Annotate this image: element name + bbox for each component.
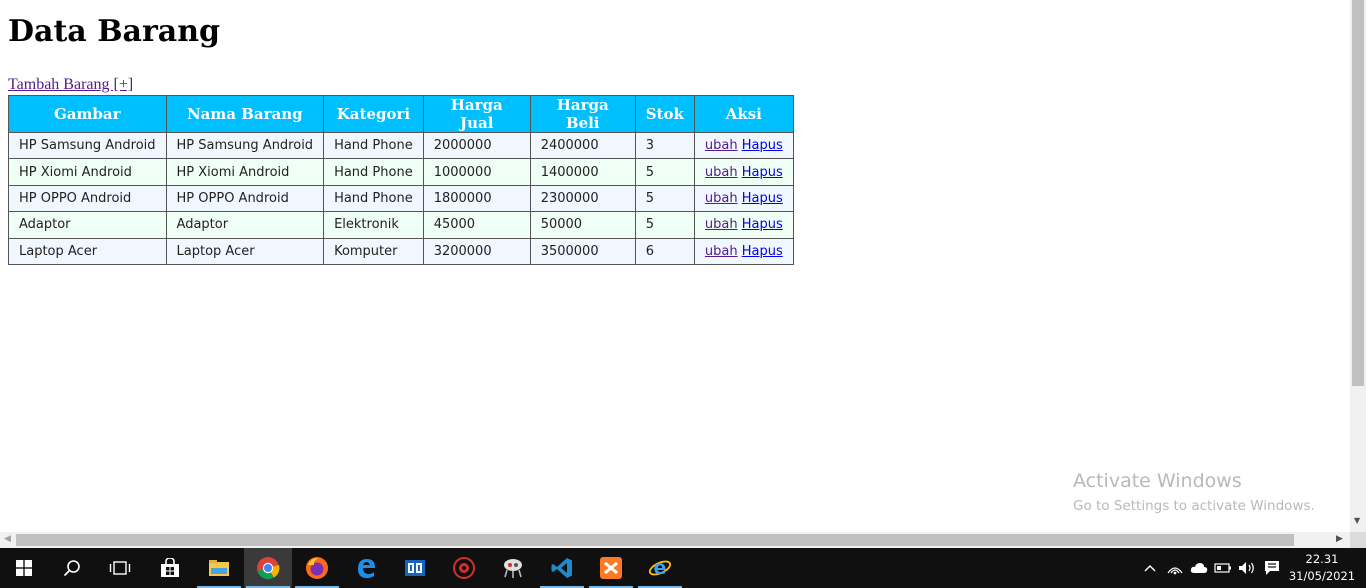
cell-harga-jual: 3200000 [422,237,531,265]
browser-viewport: Data Barang Tambah Barang [+] Gambar Nam… [0,0,1350,532]
cell-gambar: Laptop Acer [8,237,167,265]
edge-icon[interactable] [342,548,390,588]
delete-link[interactable]: Hapus [742,217,783,232]
taskbar: e 22.31 31/05/2021 [0,548,1366,588]
activate-windows-watermark: Activate Windows Go to Settings to activ… [1073,470,1315,514]
cell-nama: Adaptor [165,211,325,239]
windows-start-icon[interactable] [0,548,48,588]
delete-link[interactable]: Hapus [742,244,783,259]
watermark-title: Activate Windows [1073,470,1242,492]
cell-harga-beli: 2400000 [529,131,636,160]
store-icon[interactable] [146,548,194,588]
table-row: Laptop Acer Laptop Acer Komputer 3200000… [8,237,794,265]
firefox-icon[interactable] [293,548,341,588]
add-item-link[interactable]: Tambah Barang [+] [8,76,133,94]
horizontal-scrollbar[interactable]: ◀ ▶ [0,532,1350,548]
svg-text:e: e [654,557,667,579]
cell-aksi: ubah Hapus [693,184,794,213]
cell-harga-beli: 2300000 [529,184,636,213]
scroll-down-arrow-icon[interactable]: ▼ [1354,516,1360,525]
cell-kategori: Elektronik [323,211,424,239]
cell-stok: 6 [634,237,695,265]
battery-icon[interactable] [1212,548,1234,588]
cell-gambar: HP Xiomi Android [8,158,167,186]
wifi-icon[interactable] [1164,548,1186,588]
notification-icon[interactable] [1260,548,1284,588]
cell-aksi: ubah Hapus [693,211,794,239]
header-gambar: Gambar [8,95,167,133]
cell-aksi: ubah Hapus [693,131,794,160]
cell-stok: 5 [634,184,695,213]
clock-time: 22.31 [1305,552,1339,566]
search-icon[interactable] [48,548,96,588]
header-harga-beli: Harga Beli [529,95,636,133]
edit-link[interactable]: ubah [705,191,738,206]
cell-harga-jual: 2000000 [422,131,531,160]
cell-aksi: ubah Hapus [693,158,794,186]
internet-explorer-icon[interactable]: e [636,548,684,588]
task-view-icon[interactable] [96,548,144,588]
table-row: Adaptor Adaptor Elektronik 45000 50000 5… [8,211,794,239]
items-table: Gambar Nama Barang Kategori Harga Jual H… [8,95,794,265]
cell-harga-jual: 1000000 [422,158,531,186]
horizontal-scroll-thumb[interactable] [16,534,1294,546]
delete-link[interactable]: Hapus [742,165,783,180]
header-nama-barang: Nama Barang [165,95,325,133]
cell-aksi: ubah Hapus [693,237,794,265]
vscode-icon[interactable] [538,548,586,588]
cell-kategori: Komputer [323,237,424,265]
cell-gambar: HP Samsung Android [8,131,167,160]
onedrive-icon[interactable] [1188,548,1210,588]
cell-stok: 3 [634,131,695,160]
file-explorer-icon[interactable] [195,548,243,588]
cell-harga-jual: 1800000 [422,184,531,213]
table-header-row: Gambar Nama Barang Kategori Harga Jual H… [8,95,794,133]
cell-stok: 5 [634,158,695,186]
red-app-icon[interactable] [440,548,488,588]
cell-kategori: Hand Phone [323,184,424,213]
table-row: HP Samsung Android HP Samsung Android Ha… [8,131,794,160]
cell-nama: Laptop Acer [165,237,325,265]
header-harga-jual: Harga Jual [422,95,531,133]
clock-date: 31/05/2021 [1288,569,1356,583]
volume-icon[interactable] [1236,548,1258,588]
cell-kategori: Hand Phone [323,131,424,160]
xampp-icon[interactable] [587,548,635,588]
scroll-left-arrow-icon[interactable]: ◀ [4,534,11,544]
cell-nama: HP Xiomi Android [165,158,325,186]
chevron-up-icon[interactable] [1140,548,1160,588]
table-row: HP OPPO Android HP OPPO Android Hand Pho… [8,184,794,213]
edit-link[interactable]: ubah [705,217,738,232]
cell-harga-beli: 50000 [529,211,636,239]
edit-link[interactable]: ubah [705,165,738,180]
chrome-icon[interactable] [244,548,292,588]
edit-link[interactable]: ubah [705,244,738,259]
vertical-scrollbar[interactable]: ▼ [1350,0,1366,532]
vertical-scroll-thumb[interactable] [1352,0,1364,386]
header-stok: Stok [634,95,695,133]
edit-link[interactable]: ubah [705,138,738,153]
scrollbar-corner [1350,532,1366,548]
cell-nama: HP OPPO Android [165,184,325,213]
cell-kategori: Hand Phone [323,158,424,186]
taskbar-clock[interactable]: 22.31 31/05/2021 [1288,551,1356,585]
cell-gambar: Adaptor [8,211,167,239]
watermark-subtitle: Go to Settings to activate Windows. [1073,498,1315,514]
page-title: Data Barang [8,14,221,49]
robot-app-icon[interactable] [489,548,537,588]
header-kategori: Kategori [323,95,424,133]
cell-nama: HP Samsung Android [165,131,325,160]
table-row: HP Xiomi Android HP Xiomi Android Hand P… [8,158,794,186]
cell-harga-jual: 45000 [422,211,531,239]
delete-link[interactable]: Hapus [742,138,783,153]
header-aksi: Aksi [693,95,794,133]
cell-harga-beli: 3500000 [529,237,636,265]
cell-stok: 5 [634,211,695,239]
delete-link[interactable]: Hapus [742,191,783,206]
scroll-right-arrow-icon[interactable]: ▶ [1336,534,1343,544]
media-app-icon[interactable] [391,548,439,588]
cell-harga-beli: 1400000 [529,158,636,186]
cell-gambar: HP OPPO Android [8,184,167,213]
